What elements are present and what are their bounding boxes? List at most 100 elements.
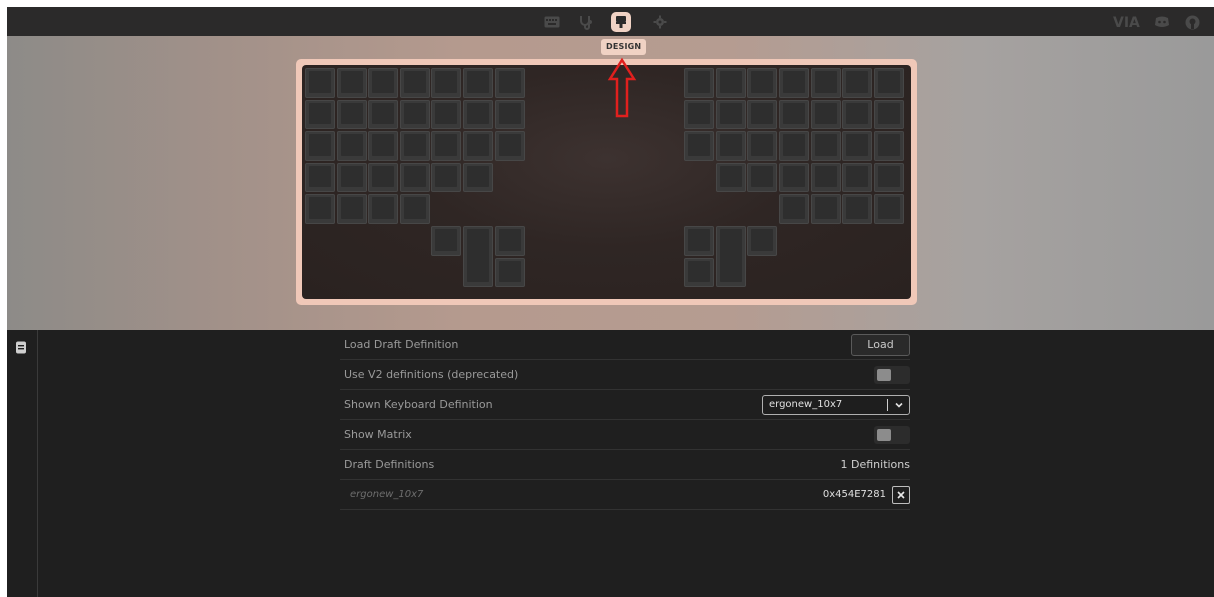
keyboard-preview-area: DESIGN xyxy=(7,36,1214,330)
settings-icon[interactable] xyxy=(650,12,670,32)
load-button[interactable]: Load xyxy=(851,334,910,356)
keyboard-key[interactable] xyxy=(715,68,746,98)
definition-name: ergonew_10x7 xyxy=(350,489,424,500)
keyboard-key[interactable] xyxy=(368,194,399,224)
keyboard-key[interactable] xyxy=(810,162,841,193)
definition-vendor-product-id: 0x454E7281 xyxy=(822,489,886,500)
keyboard-definition-select[interactable]: ergonew_10x7 xyxy=(762,395,910,415)
keyboard-key[interactable] xyxy=(494,99,525,130)
keyboard-key[interactable] xyxy=(463,68,493,98)
keyboard-key[interactable] xyxy=(842,194,873,224)
keyboard-key[interactable] xyxy=(336,131,367,161)
keyboard-key[interactable] xyxy=(305,68,335,98)
use-v2-label: Use V2 definitions (deprecated) xyxy=(344,368,519,381)
discord-icon[interactable] xyxy=(1152,12,1172,32)
keyboard-key[interactable] xyxy=(399,162,430,193)
keyboard-key[interactable] xyxy=(747,99,778,130)
keyboard-key[interactable] xyxy=(431,131,462,161)
keyboard-key[interactable] xyxy=(842,162,873,193)
brand-label: VIA xyxy=(1113,15,1140,31)
keyboard-key[interactable] xyxy=(305,194,335,224)
document-icon[interactable] xyxy=(15,339,27,358)
keyboard-key[interactable] xyxy=(684,68,715,98)
keyboard-key[interactable] xyxy=(399,194,430,224)
keyboard-key[interactable] xyxy=(810,99,841,130)
keyboard-key[interactable] xyxy=(684,257,715,288)
keyboard-key[interactable] xyxy=(873,99,904,130)
keyboard-key[interactable] xyxy=(747,226,778,256)
keyboard-key[interactable] xyxy=(842,131,873,161)
keyboard-key[interactable] xyxy=(336,162,367,193)
keyboard-key[interactable] xyxy=(336,99,367,130)
use-v2-toggle[interactable] xyxy=(874,366,910,384)
keyboard-key[interactable] xyxy=(494,226,525,256)
test-icon[interactable] xyxy=(576,12,596,32)
keyboard-key[interactable] xyxy=(305,162,335,193)
via-logo: VIA xyxy=(1113,13,1143,31)
keyboard-key[interactable] xyxy=(873,131,904,161)
keyboard-icon[interactable] xyxy=(542,12,562,32)
keyboard-key[interactable] xyxy=(810,194,841,224)
keyboard-key[interactable] xyxy=(431,68,462,98)
draft-definitions-row: Draft Definitions 1 Definitions xyxy=(340,450,910,480)
keyboard-key[interactable] xyxy=(463,131,493,161)
toggle-knob xyxy=(877,429,891,441)
keyboard-key[interactable] xyxy=(368,131,399,161)
keyboard-key[interactable] xyxy=(305,99,335,130)
keyboard-key[interactable] xyxy=(399,99,430,130)
chevron-down-icon[interactable] xyxy=(894,400,904,410)
keyboard-key[interactable] xyxy=(779,99,809,130)
keyboard-key[interactable] xyxy=(463,99,493,130)
keyboard-key[interactable] xyxy=(747,162,778,193)
keyboard-key[interactable] xyxy=(431,226,462,256)
keyboard-key[interactable] xyxy=(431,99,462,130)
keyboard-key[interactable] xyxy=(494,68,525,98)
keyboard-key[interactable] xyxy=(779,162,809,193)
keyboard-key[interactable] xyxy=(305,131,335,161)
show-matrix-toggle[interactable] xyxy=(874,426,910,444)
design-icon[interactable] xyxy=(611,12,631,32)
keyboard-key[interactable] xyxy=(810,131,841,161)
keyboard-key[interactable] xyxy=(368,99,399,130)
sidebar xyxy=(7,330,38,597)
app-window: VIA DESIGN Load Draft Definition Load Us… xyxy=(7,7,1214,597)
keyboard-key[interactable] xyxy=(715,131,746,161)
keyboard-key[interactable] xyxy=(368,68,399,98)
keyboard-key[interactable] xyxy=(842,68,873,98)
keyboard-key[interactable] xyxy=(810,68,841,98)
keyboard-key[interactable] xyxy=(399,68,430,98)
design-tooltip: DESIGN xyxy=(601,39,647,55)
use-v2-row: Use V2 definitions (deprecated) xyxy=(340,360,910,390)
keyboard-key[interactable] xyxy=(747,68,778,98)
keyboard-key[interactable] xyxy=(684,99,715,130)
keyboard-key[interactable] xyxy=(715,226,746,288)
keyboard-key[interactable] xyxy=(779,131,809,161)
keyboard-key[interactable] xyxy=(873,68,904,98)
keyboard-key[interactable] xyxy=(336,194,367,224)
keyboard-key[interactable] xyxy=(494,257,525,288)
keyboard-key[interactable] xyxy=(463,162,493,193)
keyboard-key[interactable] xyxy=(399,131,430,161)
keyboard-key[interactable] xyxy=(368,162,399,193)
remove-definition-button[interactable] xyxy=(892,486,910,504)
github-icon[interactable] xyxy=(1182,12,1202,32)
keyboard-key[interactable] xyxy=(684,131,715,161)
keyboard-key[interactable] xyxy=(779,68,809,98)
keyboard-key[interactable] xyxy=(873,194,904,224)
toggle-knob xyxy=(877,369,891,381)
shown-keyboard-row: Shown Keyboard Definition ergonew_10x7 xyxy=(340,390,910,420)
keyboard-key[interactable] xyxy=(336,68,367,98)
keyboard-key[interactable] xyxy=(747,131,778,161)
keyboard-key[interactable] xyxy=(494,131,525,161)
keyboard-key[interactable] xyxy=(463,226,493,288)
keyboard-key[interactable] xyxy=(431,162,462,193)
show-matrix-row: Show Matrix xyxy=(340,420,910,450)
top-nav-bar: VIA xyxy=(7,7,1214,36)
keyboard-key[interactable] xyxy=(715,162,746,193)
keyboard-key[interactable] xyxy=(873,162,904,193)
keyboard-key[interactable] xyxy=(842,99,873,130)
keyboard-key[interactable] xyxy=(779,194,809,224)
keyboard-key[interactable] xyxy=(684,226,715,256)
load-draft-row: Load Draft Definition Load xyxy=(340,330,910,360)
keyboard-key[interactable] xyxy=(715,99,746,130)
